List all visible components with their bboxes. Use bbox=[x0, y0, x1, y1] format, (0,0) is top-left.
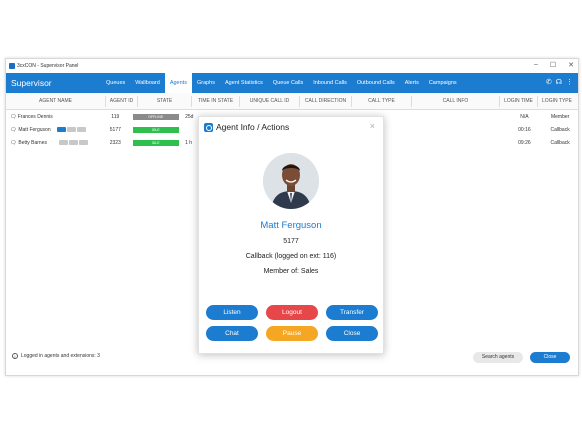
agent-member-of: Member of: Sales bbox=[263, 268, 319, 275]
col-call-info[interactable]: CALL INFO bbox=[412, 95, 500, 107]
modal-title: Agent Info / Actions bbox=[216, 122, 290, 132]
agent-login-info: Callback (logged on ext: 116) bbox=[245, 253, 337, 260]
transfer-button[interactable]: Transfer bbox=[326, 305, 378, 320]
tab-campaigns[interactable]: Campaigns bbox=[424, 73, 462, 93]
phone-icon[interactable]: ✆ bbox=[546, 78, 552, 86]
pause-button[interactable]: Pause bbox=[266, 326, 318, 341]
agent-avatar bbox=[263, 153, 319, 209]
modal-close-button[interactable]: Close bbox=[326, 326, 378, 341]
tab-graphs[interactable]: Graphs bbox=[192, 73, 220, 93]
col-call-direction[interactable]: CALL DIRECTION bbox=[300, 95, 352, 107]
tab-alerts[interactable]: Alerts bbox=[400, 73, 424, 93]
tab-agents[interactable]: Agents bbox=[164, 73, 192, 93]
queue-badge[interactable] bbox=[59, 140, 68, 145]
col-state[interactable]: STATE bbox=[138, 95, 192, 107]
agent-info-icon bbox=[204, 122, 213, 132]
minimize-button[interactable]: – bbox=[534, 61, 538, 69]
status-badge: IDLE bbox=[132, 139, 179, 146]
tab-wallboard[interactable]: Wallboard bbox=[130, 73, 165, 93]
info-icon: i bbox=[12, 353, 18, 359]
col-agent-id[interactable]: AGENT ID bbox=[106, 95, 138, 107]
queue-badge[interactable] bbox=[69, 140, 78, 145]
close-window-button[interactable]: ✕ bbox=[568, 61, 574, 69]
tab-queues[interactable]: Queues bbox=[101, 73, 130, 93]
chat-icon[interactable]: 🗨 bbox=[10, 140, 16, 146]
login-time: N/A bbox=[520, 113, 529, 120]
login-time: 09:26 bbox=[518, 139, 531, 146]
col-login-type[interactable]: LOGIN TYPE bbox=[538, 96, 576, 107]
queue-badge[interactable] bbox=[56, 127, 66, 132]
col-login-time[interactable]: LOGIN TIME bbox=[500, 95, 538, 107]
listen-button[interactable]: Listen bbox=[206, 305, 258, 320]
app-icon bbox=[9, 63, 15, 69]
window-title: 3cxCON - Supervisor Panel bbox=[17, 63, 79, 69]
agent-info-modal: Agent Info / Actions × Matt Ferguson 517… bbox=[198, 116, 384, 354]
agent-id: 119 bbox=[111, 113, 120, 120]
agent-id: 5177 bbox=[109, 126, 121, 133]
status-badge: OFFLINE bbox=[132, 113, 179, 120]
chat-icon[interactable]: 🗨 bbox=[10, 127, 16, 133]
nav-title: Supervisor bbox=[11, 78, 52, 88]
login-type: Callback bbox=[550, 126, 570, 133]
agent-name: Matt Ferguson bbox=[18, 126, 51, 133]
queue-badge[interactable] bbox=[66, 127, 76, 132]
footer-status: i Logged in agents and extensions: 3 bbox=[12, 353, 100, 359]
queue-badge[interactable] bbox=[79, 140, 88, 145]
agent-name: Betty Barnes bbox=[18, 139, 47, 146]
logout-button[interactable]: Logout bbox=[266, 305, 318, 320]
tab-queue-calls[interactable]: Queue Calls bbox=[268, 73, 308, 93]
maximize-button[interactable]: ☐ bbox=[550, 61, 556, 69]
agent-id: 2323 bbox=[109, 139, 121, 146]
agents-table-header: AGENT NAME AGENT ID STATE TIME IN STATE … bbox=[6, 93, 578, 110]
modal-header: Agent Info / Actions bbox=[199, 117, 383, 137]
col-time-in-state[interactable]: TIME IN STATE bbox=[192, 95, 240, 107]
main-navbar: Supervisor Queues Wallboard Agents Graph… bbox=[6, 73, 578, 93]
login-type: Member bbox=[550, 113, 570, 120]
chat-button[interactable]: Chat bbox=[206, 326, 258, 341]
tab-agent-statistics[interactable]: Agent Statistics bbox=[220, 73, 268, 93]
close-button[interactable]: Close bbox=[530, 352, 570, 363]
headset-icon[interactable]: ☊ bbox=[556, 78, 562, 86]
tab-inbound-calls[interactable]: Inbound Calls bbox=[308, 73, 352, 93]
search-agents-button[interactable]: Search agents bbox=[473, 352, 523, 363]
modal-close-icon[interactable]: × bbox=[370, 121, 375, 131]
col-call-type[interactable]: CALL TYPE bbox=[352, 95, 412, 107]
more-icon[interactable]: ⋮ bbox=[566, 78, 573, 86]
logged-in-count: Logged in agents and extensions: 3 bbox=[21, 353, 100, 359]
agent-extension: 5177 bbox=[283, 238, 299, 245]
col-agent-name[interactable]: AGENT NAME bbox=[6, 95, 106, 107]
agent-name: Frances Dennis bbox=[17, 113, 53, 120]
chat-icon[interactable]: 🗨 bbox=[10, 114, 16, 120]
window-titlebar: 3cxCON - Supervisor Panel – ☐ ✕ bbox=[6, 59, 578, 73]
login-time: 00:16 bbox=[518, 126, 531, 133]
tab-outbound-calls[interactable]: Outbound Calls bbox=[352, 73, 400, 93]
agent-name-link[interactable]: Matt Ferguson bbox=[199, 220, 383, 231]
col-unique-call-id[interactable]: UNIQUE CALL ID bbox=[240, 95, 300, 107]
status-badge: IDLE bbox=[132, 126, 179, 133]
queue-badge[interactable] bbox=[76, 127, 86, 132]
login-type: Callback bbox=[550, 139, 570, 146]
